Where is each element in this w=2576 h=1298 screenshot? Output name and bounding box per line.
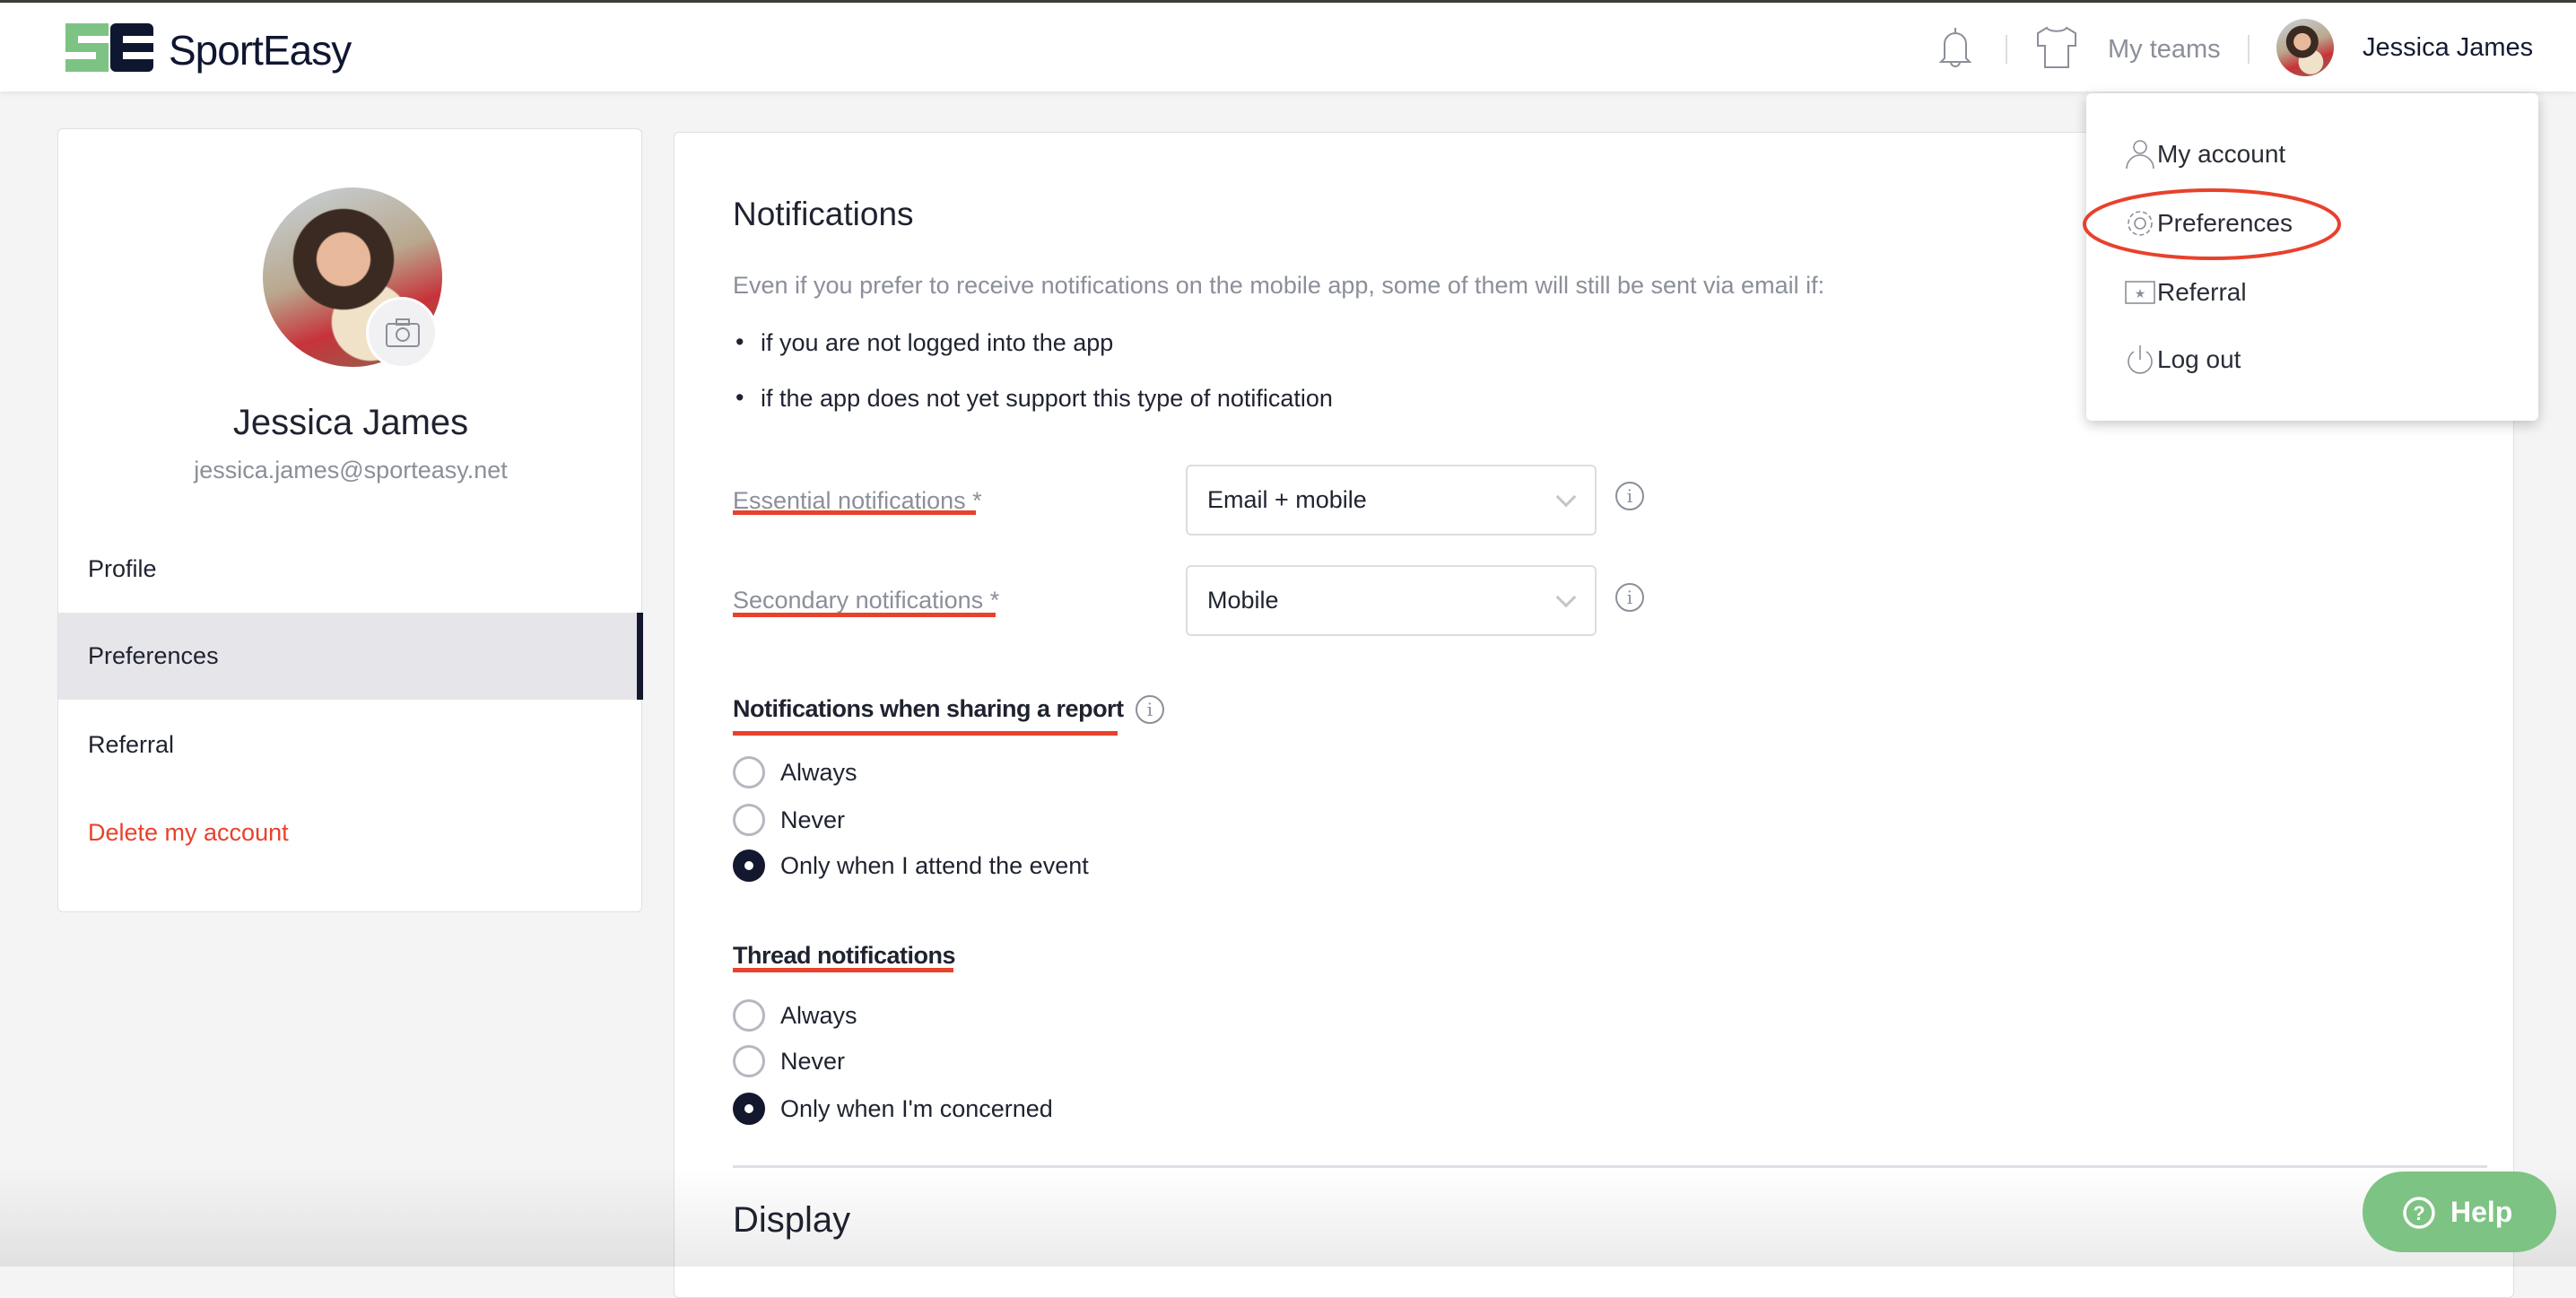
account-sidebar: Jessica James jessica.james@sporteasy.ne… <box>57 128 643 912</box>
radio-label: Only when I'm concerned <box>780 1095 1053 1122</box>
sharing-report-heading: Notifications when sharing a report <box>733 695 1124 722</box>
essential-notifications-select[interactable]: Email + mobile <box>1186 465 1597 536</box>
bullet: • <box>735 384 744 411</box>
menu-item-referral[interactable]: ★ Referral <box>2086 266 2538 319</box>
section-divider <box>733 1165 2487 1168</box>
change-photo-button[interactable] <box>366 297 438 369</box>
menu-item-label: Log out <box>2157 345 2241 373</box>
sidebar-item-delete-account[interactable]: Delete my account <box>58 789 643 876</box>
bullet-item: if the app does not yet support this typ… <box>761 385 1333 412</box>
radio-thread-never[interactable] <box>733 1045 765 1077</box>
question-icon: ? <box>2403 1197 2435 1229</box>
radio-sharing-always[interactable] <box>733 756 765 788</box>
radio-sharing-attend[interactable] <box>733 849 765 882</box>
thread-notifications-heading: Thread notifications <box>733 942 956 969</box>
secondary-notifications-select[interactable]: Mobile <box>1186 565 1597 636</box>
profile-email: jessica.james@sporteasy.net <box>194 457 508 483</box>
svg-text:?: ? <box>2413 1202 2424 1224</box>
my-teams-link[interactable]: My teams <box>2108 35 2221 65</box>
user-avatar[interactable] <box>2276 19 2334 76</box>
label-text: Secondary notifications <box>733 587 984 614</box>
radio-label: Never <box>780 806 846 833</box>
info-icon[interactable]: i <box>1615 482 1644 510</box>
bell-icon[interactable] <box>1937 24 1973 69</box>
shirt-icon[interactable] <box>2034 24 2079 71</box>
menu-item-my-account[interactable]: My account <box>2086 127 2538 181</box>
menu-item-label: Referral <box>2157 278 2247 306</box>
sidebar-item-preferences[interactable]: Preferences <box>58 613 643 700</box>
header-divider <box>2248 35 2250 64</box>
profile-name: Jessica James <box>232 403 469 442</box>
svg-text:★: ★ <box>2135 286 2146 301</box>
radio-label: Never <box>780 1048 846 1075</box>
user-menu-toggle[interactable]: Jessica James <box>2363 33 2533 63</box>
radio-sharing-never[interactable] <box>733 804 765 836</box>
sidebar-item-referral[interactable]: Referral <box>58 701 643 788</box>
radio-label: Only when I attend the event <box>780 852 1089 879</box>
camera-icon <box>386 318 420 347</box>
user-icon <box>2126 140 2154 170</box>
annotation-underline <box>733 613 996 617</box>
secondary-notifications-label: Secondary notifications * <box>733 587 999 614</box>
top-header: SportEasy My teams Jessica James <box>0 3 2576 91</box>
menu-item-log-out[interactable]: Log out <box>2086 333 2538 387</box>
chevron-down-icon <box>1555 587 1577 608</box>
help-button[interactable]: ? Help <box>2363 1172 2556 1252</box>
bullet-item: if you are not logged into the app <box>761 329 1114 356</box>
power-icon <box>2128 345 2153 374</box>
annotation-ellipse <box>2083 188 2341 260</box>
brand-name: SportEasy <box>169 27 352 74</box>
radio-thread-always[interactable] <box>733 999 765 1032</box>
radio-label: Always <box>780 1002 857 1029</box>
radio-thread-concerned[interactable] <box>733 1093 765 1125</box>
notifications-title: Notifications <box>733 196 914 232</box>
select-value: Email + mobile <box>1207 486 1367 513</box>
annotation-underline <box>733 968 953 972</box>
menu-item-label: My account <box>2157 140 2286 168</box>
notifications-intro: Even if you prefer to receive notificati… <box>733 272 1825 299</box>
required-mark: * <box>989 587 1000 614</box>
radio-label: Always <box>780 759 857 786</box>
sporteasy-logo[interactable] <box>65 23 157 72</box>
bullet: • <box>735 328 744 355</box>
display-title: Display <box>733 1200 851 1240</box>
help-label: Help <box>2450 1196 2513 1228</box>
info-icon[interactable]: i <box>1615 583 1644 612</box>
info-icon[interactable]: i <box>1136 695 1164 724</box>
annotation-underline <box>733 510 976 515</box>
sidebar-item-profile[interactable]: Profile <box>58 526 643 613</box>
annotation-underline <box>733 731 1118 736</box>
select-value: Mobile <box>1207 587 1279 614</box>
ticket-icon: ★ <box>2125 281 2155 304</box>
chevron-down-icon <box>1555 486 1577 508</box>
header-divider <box>2006 35 2007 64</box>
